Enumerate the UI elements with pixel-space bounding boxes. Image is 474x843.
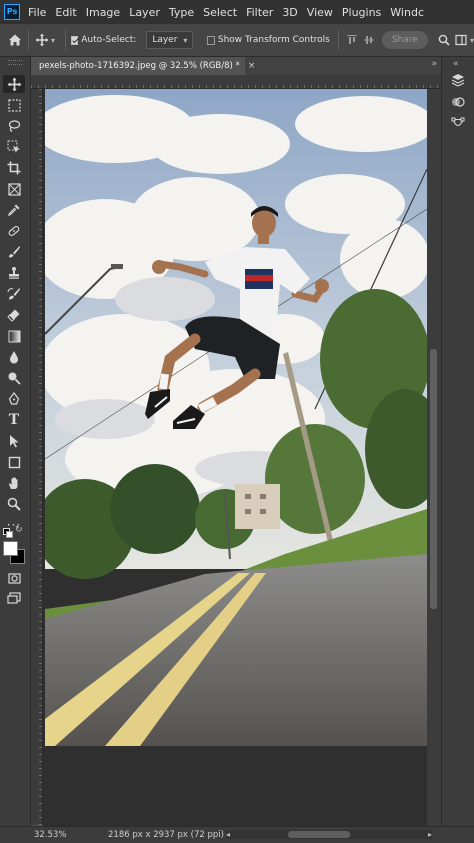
vertical-ruler[interactable] xyxy=(31,89,43,825)
align-top-icon[interactable] xyxy=(344,29,361,51)
menu-filter[interactable]: Filter xyxy=(246,6,273,19)
menu-window[interactable]: Windc xyxy=(390,6,424,19)
layers-panel-icon[interactable] xyxy=(448,71,468,89)
separator xyxy=(64,30,66,50)
auto-select-target-value: Layer xyxy=(152,35,178,45)
menu-select[interactable]: Select xyxy=(203,6,237,19)
zoom-level-field[interactable]: 32.53% xyxy=(0,830,88,840)
rectangle-icon[interactable] xyxy=(3,453,25,471)
eraser-icon[interactable] xyxy=(3,306,25,324)
auto-select-label: Auto-Select: xyxy=(81,35,137,45)
healing-brush-icon[interactable] xyxy=(3,222,25,240)
zoom-icon[interactable] xyxy=(3,495,25,513)
close-icon[interactable]: × xyxy=(248,61,256,71)
menu-plugins[interactable]: Plugins xyxy=(342,6,381,19)
menu-layer[interactable]: Layer xyxy=(129,6,160,19)
menu-type[interactable]: Type xyxy=(169,6,194,19)
move-tool-preset-icon[interactable] xyxy=(34,29,51,51)
crop-icon[interactable] xyxy=(3,159,25,177)
search-icon[interactable] xyxy=(436,29,453,51)
menu-image[interactable]: Image xyxy=(86,6,120,19)
separator xyxy=(28,30,29,50)
vertical-scrollbar-thumb[interactable] xyxy=(430,349,437,609)
horizontal-ruler[interactable] xyxy=(31,75,441,89)
menu-file[interactable]: File xyxy=(28,6,46,19)
paths-panel-icon[interactable] xyxy=(448,115,468,133)
document-tab-bar: pexels-photo-1716392.jpeg @ 32.5% (RGB/8… xyxy=(31,57,441,75)
document-image[interactable] xyxy=(45,89,427,746)
lasso-icon[interactable] xyxy=(3,117,25,135)
default-colors-icon[interactable] xyxy=(3,528,13,538)
align-vertical-center-icon[interactable] xyxy=(361,29,378,51)
document-info: 2186 px x 2937 px (72 ppi) xyxy=(108,830,224,840)
frame-icon[interactable] xyxy=(3,180,25,198)
double-chevron-icon[interactable]: » xyxy=(431,59,437,69)
chevron-down-icon: ▾ xyxy=(183,35,188,45)
chevron-down-icon[interactable]: ▾ xyxy=(470,36,474,45)
show-transform-checkbox[interactable] xyxy=(207,35,215,45)
menu-bar: Ps File Edit Image Layer Type Select Fil… xyxy=(0,0,474,24)
separator xyxy=(337,30,339,50)
adjustments-panel-icon[interactable] xyxy=(448,93,468,111)
document-tab[interactable]: pexels-photo-1716392.jpeg @ 32.5% (RGB/8… xyxy=(31,57,255,75)
screen-mode-icon[interactable] xyxy=(3,589,25,607)
chevron-down-icon[interactable]: ▾ xyxy=(51,36,55,45)
foreground-color-swatch[interactable] xyxy=(3,541,18,556)
show-transform-label: Show Transform Controls xyxy=(217,35,330,45)
pen-icon[interactable] xyxy=(3,390,25,408)
canvas-area[interactable] xyxy=(43,89,427,826)
path-select-icon[interactable] xyxy=(3,432,25,450)
tools-panel: T ··· ↻ xyxy=(0,57,31,827)
workspace-icon[interactable] xyxy=(453,29,470,51)
share-button[interactable]: Share xyxy=(381,31,428,49)
home-icon[interactable] xyxy=(6,29,23,51)
swap-colors-icon[interactable]: ↻ xyxy=(15,526,23,535)
eyedropper-icon[interactable] xyxy=(3,201,25,219)
scroll-left-icon[interactable]: ◂ xyxy=(226,830,230,839)
clone-stamp-icon[interactable] xyxy=(3,264,25,282)
gradient-icon[interactable] xyxy=(3,327,25,345)
hand-icon[interactable] xyxy=(3,474,25,492)
photoshop-logo: Ps xyxy=(4,4,20,20)
rectangular-marquee-icon[interactable] xyxy=(3,96,25,114)
auto-select-target-dropdown[interactable]: Layer ▾ xyxy=(146,31,194,49)
horizontal-scrollbar[interactable]: ◂ ▸ xyxy=(226,830,432,839)
menu-edit[interactable]: Edit xyxy=(55,6,76,19)
blur-icon[interactable] xyxy=(3,348,25,366)
move-tool-icon[interactable] xyxy=(3,75,25,93)
history-brush-icon[interactable] xyxy=(3,285,25,303)
dodge-icon[interactable] xyxy=(3,369,25,387)
brush-icon[interactable] xyxy=(3,243,25,261)
auto-select-checkbox[interactable] xyxy=(70,35,79,45)
options-bar: ▾ Auto-Select: Layer ▾ Show Transform Co… xyxy=(0,24,474,57)
menu-view[interactable]: View xyxy=(307,6,333,19)
horizontal-scrollbar-thumb[interactable] xyxy=(288,831,350,838)
document-tab-title: pexels-photo-1716392.jpeg @ 32.5% (RGB/8… xyxy=(39,61,240,71)
collapse-panels-icon[interactable]: « xyxy=(453,59,459,69)
status-bar: 32.53% 2186 px x 2937 px (72 ppi) > ◂ ▸ xyxy=(0,826,474,843)
right-panel-dock: « xyxy=(441,57,474,827)
scroll-right-icon[interactable]: ▸ xyxy=(428,830,432,839)
toolbar-grip[interactable] xyxy=(8,60,22,65)
quick-mask-icon[interactable] xyxy=(3,569,25,587)
object-select-icon[interactable] xyxy=(3,138,25,156)
vertical-scrollbar[interactable] xyxy=(427,89,441,826)
menu-3d[interactable]: 3D xyxy=(282,6,297,19)
type-icon[interactable]: T xyxy=(3,411,25,429)
